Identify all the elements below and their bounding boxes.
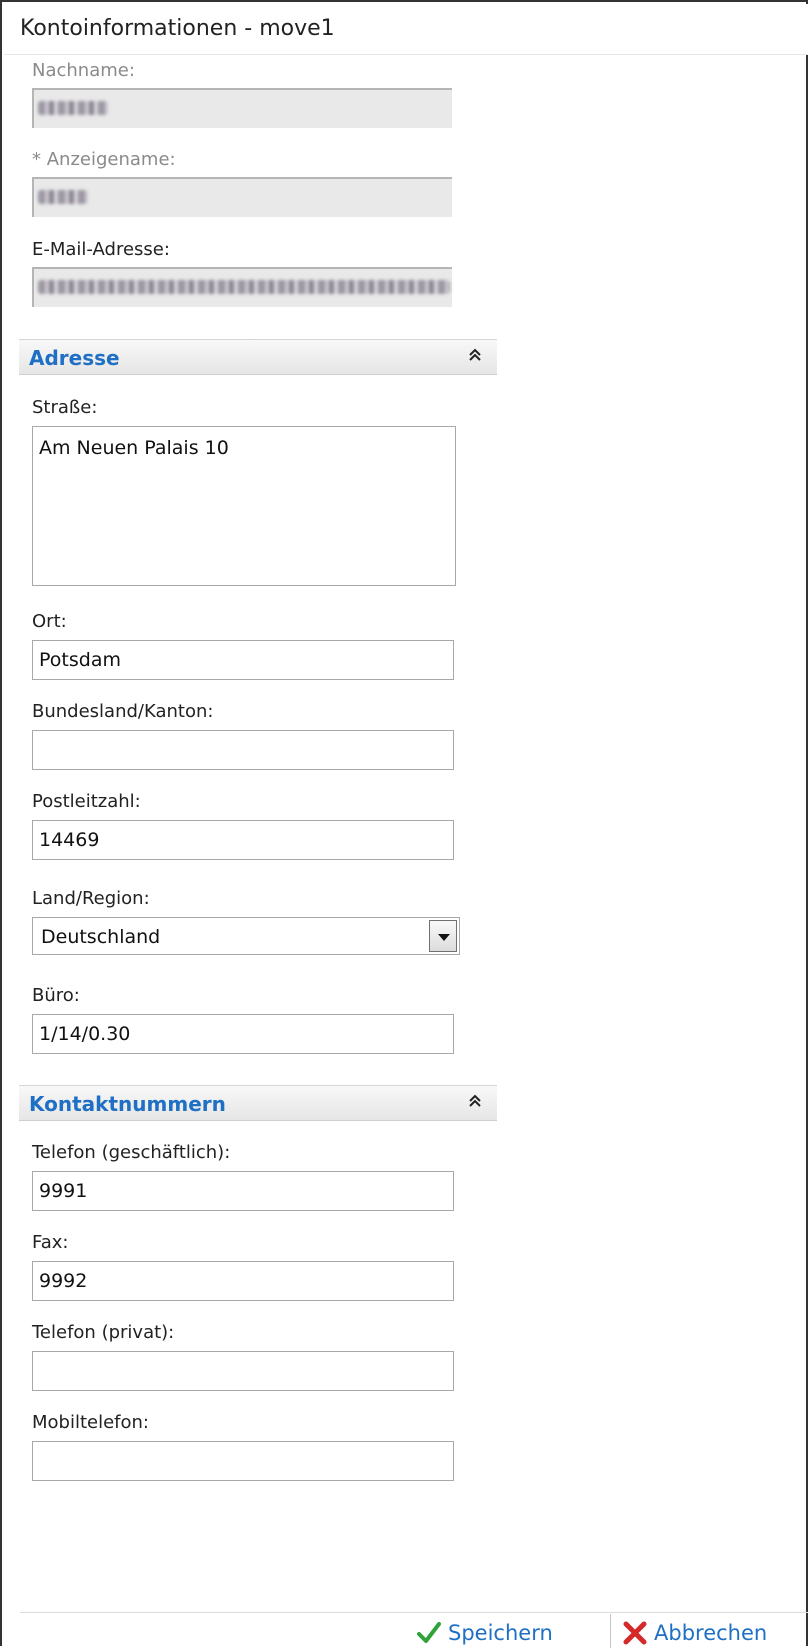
strasse-input[interactable]: Am Neuen Palais 10	[32, 426, 456, 586]
nachname-field	[32, 88, 452, 128]
strasse-label: Straße:	[32, 397, 98, 418]
anzeigename-field	[32, 177, 452, 217]
email-label: E-Mail-Adresse:	[32, 239, 170, 260]
mobile-input[interactable]	[32, 1441, 454, 1481]
footer-divider	[20, 1612, 808, 1613]
address-section-header[interactable]: Adresse	[19, 339, 497, 375]
plz-label: Postleitzahl:	[32, 791, 141, 812]
ort-label: Ort:	[32, 611, 67, 632]
anzeigename-label: * Anzeigename:	[32, 149, 176, 170]
account-info-dialog: Kontoinformationen - move1 Nachname: * A…	[0, 0, 808, 1648]
cancel-label: Abbrechen	[654, 1621, 768, 1645]
land-selected-value: Deutschland	[41, 926, 161, 948]
redacted-text	[38, 101, 108, 115]
collapse-icon[interactable]	[465, 347, 485, 367]
nachname-label: Nachname:	[32, 60, 135, 81]
email-field	[32, 267, 452, 307]
bundesland-label: Bundesland/Kanton:	[32, 701, 214, 722]
fax-input[interactable]	[32, 1261, 454, 1301]
save-label: Speichern	[448, 1621, 553, 1645]
tel-business-label: Telefon (geschäftlich):	[32, 1142, 231, 1163]
collapse-icon[interactable]	[465, 1093, 485, 1113]
tel-business-input[interactable]	[32, 1171, 454, 1211]
land-select[interactable]: Deutschland	[32, 917, 460, 955]
contact-section-header[interactable]: Kontaktnummern	[19, 1085, 497, 1121]
tel-private-input[interactable]	[32, 1351, 454, 1391]
redacted-text	[38, 280, 450, 294]
plz-input[interactable]	[32, 820, 454, 860]
cancel-button[interactable]: Abbrechen	[622, 1618, 767, 1648]
dropdown-arrow-icon[interactable]	[429, 920, 457, 952]
buero-input[interactable]	[32, 1014, 454, 1054]
chevron-double-up-icon	[469, 1094, 481, 1107]
mobile-label: Mobiltelefon:	[32, 1412, 149, 1433]
address-section-title: Adresse	[29, 346, 120, 370]
chevron-double-up-icon	[469, 348, 481, 361]
contact-section-title: Kontaktnummern	[29, 1092, 226, 1116]
save-button[interactable]: Speichern	[416, 1618, 553, 1648]
dialog-title: Kontoinformationen - move1	[20, 16, 335, 41]
ort-input[interactable]	[32, 640, 454, 680]
close-icon	[623, 1621, 647, 1645]
checkmark-icon	[417, 1622, 441, 1643]
fax-label: Fax:	[32, 1232, 69, 1253]
buero-label: Büro:	[32, 985, 80, 1006]
land-label: Land/Region:	[32, 888, 150, 909]
bundesland-input[interactable]	[32, 730, 454, 770]
title-bar: Kontoinformationen - move1	[4, 4, 808, 55]
redacted-text	[38, 190, 88, 204]
tel-private-label: Telefon (privat):	[32, 1322, 175, 1343]
button-separator	[610, 1614, 611, 1648]
